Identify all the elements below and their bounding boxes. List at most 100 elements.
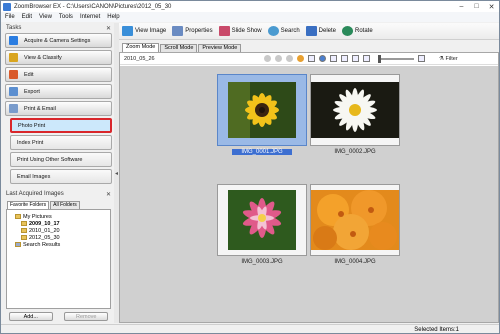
thumbnail-filename: IMG_0003.JPG	[241, 259, 283, 265]
back-icon[interactable]	[264, 55, 271, 62]
rotate-icon	[342, 26, 353, 36]
app-icon	[3, 2, 11, 11]
subtask-email-images[interactable]: Email Images	[10, 169, 112, 184]
filter-button[interactable]: ⚗ Filter	[439, 56, 458, 62]
close-icon[interactable]: ✕	[106, 191, 111, 198]
task-label: Export	[24, 88, 40, 95]
thumbnail-grid: IMG_0001.JPG IMG_0002.JPG IMG_0003.JPG I…	[120, 66, 498, 322]
printer-icon	[9, 104, 18, 113]
tab-favorite-folders[interactable]: Favorite Folders	[7, 201, 50, 209]
task-label: Edit	[24, 71, 34, 78]
add-button[interactable]: Add...	[8, 312, 53, 321]
folder-icon	[21, 228, 27, 233]
status-bar: Selected Items:1	[1, 324, 499, 333]
tree-item[interactable]: My Pictures	[9, 213, 108, 220]
last-acquired-header: Last Acquired Images ✕	[3, 189, 114, 199]
tab-all-folders[interactable]: All Folders	[50, 201, 80, 209]
forward-icon[interactable]	[275, 55, 282, 62]
task-label: View & Classify	[24, 54, 62, 61]
sort-icon[interactable]	[308, 55, 315, 62]
task-edit[interactable]: Edit	[5, 67, 112, 82]
task-print-email[interactable]: Print & Email	[5, 101, 112, 116]
thumbnail-item[interactable]: IMG_0003.JPG	[217, 184, 307, 266]
menu-bar: File Edit View Tools Internet Help	[1, 12, 499, 22]
tree-item[interactable]: 2010_01_20	[9, 227, 108, 234]
folder-icon	[15, 214, 21, 219]
close-button[interactable]: ✕	[484, 1, 499, 12]
window-title: ZoomBrowser EX - C:\Users\CANON\Pictures…	[14, 3, 172, 10]
menu-view[interactable]: View	[39, 14, 52, 20]
properties-button[interactable]: Properties	[172, 26, 213, 36]
subtask-label: Email Images	[17, 173, 51, 180]
folder-date: 2010_05_26	[124, 55, 155, 62]
search-button[interactable]: Search	[267, 26, 300, 36]
last-acquired-title: Last Acquired Images	[6, 191, 64, 197]
menu-file[interactable]: File	[5, 14, 15, 20]
task-list: Acquire & Camera Settings View & Classif…	[3, 33, 114, 184]
subtask-print-other-software[interactable]: Print Using Other Software	[10, 152, 112, 167]
delete-button[interactable]: Delete	[305, 26, 336, 36]
title-bar: ZoomBrowser EX - C:\Users\CANON\Pictures…	[1, 1, 499, 12]
thumbnail-frame	[217, 184, 307, 256]
slider-handle[interactable]	[378, 54, 381, 63]
thumbnail-item[interactable]: IMG_0002.JPG	[310, 74, 400, 156]
main-area: View Image Properties Slide Show Search …	[119, 23, 499, 323]
menu-edit[interactable]: Edit	[22, 14, 32, 20]
thumbnail-filename: IMG_0004.JPG	[334, 259, 376, 265]
thumbnail-size-icon[interactable]	[363, 55, 370, 62]
slide-show-button[interactable]: Slide Show	[218, 26, 262, 36]
remove-button[interactable]: Remove	[64, 312, 109, 321]
close-icon[interactable]: ✕	[106, 25, 111, 32]
task-acquire[interactable]: Acquire & Camera Settings	[5, 33, 112, 48]
tree-item[interactable]: Search Results	[9, 241, 108, 248]
large-size-icon[interactable]	[418, 55, 425, 62]
subtask-photo-print[interactable]: Photo Print	[10, 118, 112, 133]
thumbnail-filename: IMG_0002.JPG	[334, 149, 376, 155]
thumbnail-size-slider[interactable]	[378, 54, 414, 63]
photo-yellow-flower	[228, 82, 296, 138]
tree-item[interactable]: 2009_10_17	[9, 220, 108, 227]
info-icon[interactable]	[319, 55, 326, 62]
task-export[interactable]: Export	[5, 84, 112, 99]
subtask-index-print[interactable]: Index Print	[10, 135, 112, 150]
rotate-button[interactable]: Rotate	[342, 26, 373, 36]
refresh-icon[interactable]	[297, 55, 304, 62]
menu-tools[interactable]: Tools	[59, 14, 73, 20]
zoombrowser-window: ZoomBrowser EX - C:\Users\CANON\Pictures…	[0, 0, 500, 334]
content-subbar: 2010_05_26 ⚗ Filter	[120, 53, 498, 65]
camera-icon	[9, 36, 18, 45]
photo-white-daisy	[311, 82, 399, 138]
tab-preview-mode[interactable]: Preview Mode	[198, 44, 242, 52]
task-label: Print & Email	[24, 105, 56, 112]
last-acquired-panel: Last Acquired Images ✕ Favorite Folders …	[3, 189, 114, 323]
subtask-label: Photo Print	[18, 122, 46, 129]
thumbnail-frame	[310, 74, 400, 146]
maximize-button[interactable]: □	[469, 1, 484, 12]
collapse-arrow-icon[interactable]: ◂	[115, 170, 118, 177]
subtask-label: Index Print	[17, 139, 44, 146]
selected-items-count: Selected Items:1	[414, 326, 459, 333]
thumbnail-item[interactable]: IMG_0001.JPG	[217, 74, 307, 156]
thumbnail-item[interactable]: IMG_0004.JPG	[310, 184, 400, 266]
menu-help[interactable]: Help	[107, 14, 119, 20]
delete-icon	[305, 26, 317, 36]
tasks-title: Tasks	[6, 25, 22, 31]
main-toolbar: View Image Properties Slide Show Search …	[119, 23, 499, 40]
folder-icon	[9, 53, 18, 62]
menu-internet[interactable]: Internet	[80, 14, 100, 20]
left-panel: Tasks ✕ Acquire & Camera Settings View &…	[3, 23, 114, 323]
properties-icon	[172, 26, 184, 36]
minimize-button[interactable]: –	[454, 1, 469, 12]
tab-zoom-mode[interactable]: Zoom Mode	[122, 43, 160, 52]
export-icon	[9, 87, 18, 96]
tab-scroll-mode[interactable]: Scroll Mode	[160, 44, 198, 52]
zoom-in-icon[interactable]	[341, 55, 348, 62]
zoom-out-icon[interactable]	[352, 55, 359, 62]
select-icon[interactable]	[330, 55, 337, 62]
task-view-classify[interactable]: View & Classify	[5, 50, 112, 65]
folder-tabs: Favorite Folders All Folders	[7, 201, 114, 209]
tasks-header: Tasks ✕	[3, 23, 114, 33]
tree-item[interactable]: 2012_05_30	[9, 234, 108, 241]
up-icon[interactable]	[286, 55, 293, 62]
view-image-button[interactable]: View Image	[122, 26, 166, 36]
